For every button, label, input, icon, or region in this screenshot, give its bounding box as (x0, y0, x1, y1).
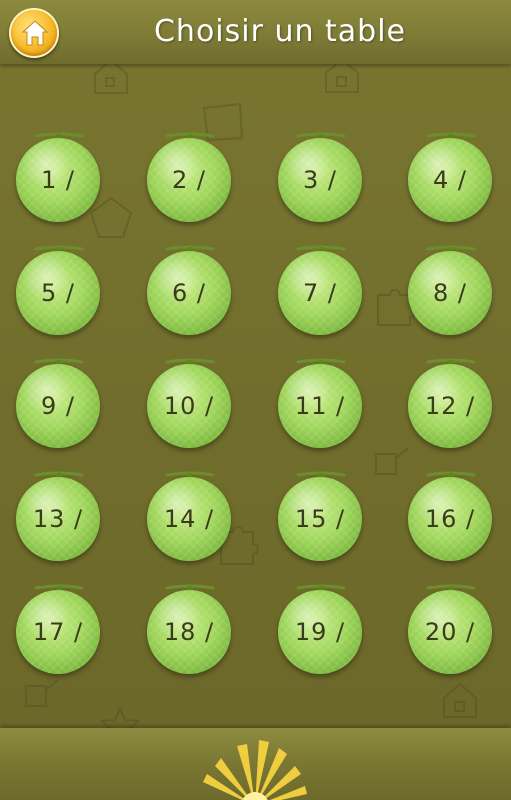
table-button[interactable]: 3 / (276, 124, 364, 224)
table-button[interactable]: 12 / (406, 350, 494, 450)
table-button[interactable]: 9 / (14, 350, 102, 450)
table-button[interactable]: 13 / (14, 463, 102, 563)
table-button[interactable]: 4 / (406, 124, 494, 224)
table-button[interactable]: 2 / (145, 124, 233, 224)
table-label: 8 / (433, 279, 467, 307)
table-label: 9 / (41, 392, 75, 420)
table-button[interactable]: 18 / (145, 576, 233, 676)
table-label: 13 / (32, 505, 84, 533)
table-label: 7 / (303, 279, 337, 307)
table-label: 1 / (41, 166, 75, 194)
table-label: 15 / (294, 505, 346, 533)
table-label: 5 / (41, 279, 75, 307)
header-bar: Choisir un table (0, 0, 511, 64)
table-button[interactable]: 10 / (145, 350, 233, 450)
table-button[interactable]: 7 / (276, 237, 364, 337)
table-label: 14 / (163, 505, 215, 533)
table-grid: 1 / 2 / 3 / 4 / 5 / 6 / 7 / 8 / 9 / 10 / 11 / 12 / 1… (0, 118, 511, 678)
table-button[interactable]: 8 / (406, 237, 494, 337)
watering-can-outline-icon (25, 679, 59, 707)
footer-bar (0, 728, 511, 800)
table-label: 3 / (303, 166, 337, 194)
table-label: 4 / (433, 166, 467, 194)
table-label: 18 / (163, 618, 215, 646)
sunburst-icon (203, 740, 307, 800)
table-button[interactable]: 19 / (276, 576, 364, 676)
table-label: 2 / (172, 166, 206, 194)
table-button[interactable]: 5 / (14, 237, 102, 337)
table-label: 10 / (163, 392, 215, 420)
table-button[interactable]: 15 / (276, 463, 364, 563)
home-icon (21, 20, 49, 46)
table-label: 6 / (172, 279, 206, 307)
house-outline-icon (443, 682, 477, 718)
table-label: 16 / (424, 505, 476, 533)
table-button[interactable]: 6 / (145, 237, 233, 337)
table-label: 19 / (294, 618, 346, 646)
home-button[interactable] (9, 8, 59, 58)
page-title: Choisir un table (153, 14, 407, 49)
table-label: 17 / (32, 618, 84, 646)
table-label: 12 / (424, 392, 476, 420)
table-button[interactable]: 17 / (14, 576, 102, 676)
table-button[interactable]: 16 / (406, 463, 494, 563)
table-button[interactable]: 11 / (276, 350, 364, 450)
table-label: 11 / (294, 392, 346, 420)
table-button[interactable]: 1 / (14, 124, 102, 224)
app-screen: Choisir un table 1 / 2 / 3 / 4 / 5 / 6 / 7 / 8 … (0, 0, 511, 800)
table-button[interactable]: 14 / (145, 463, 233, 563)
table-button[interactable]: 20 / (406, 576, 494, 676)
table-label: 20 / (424, 618, 476, 646)
